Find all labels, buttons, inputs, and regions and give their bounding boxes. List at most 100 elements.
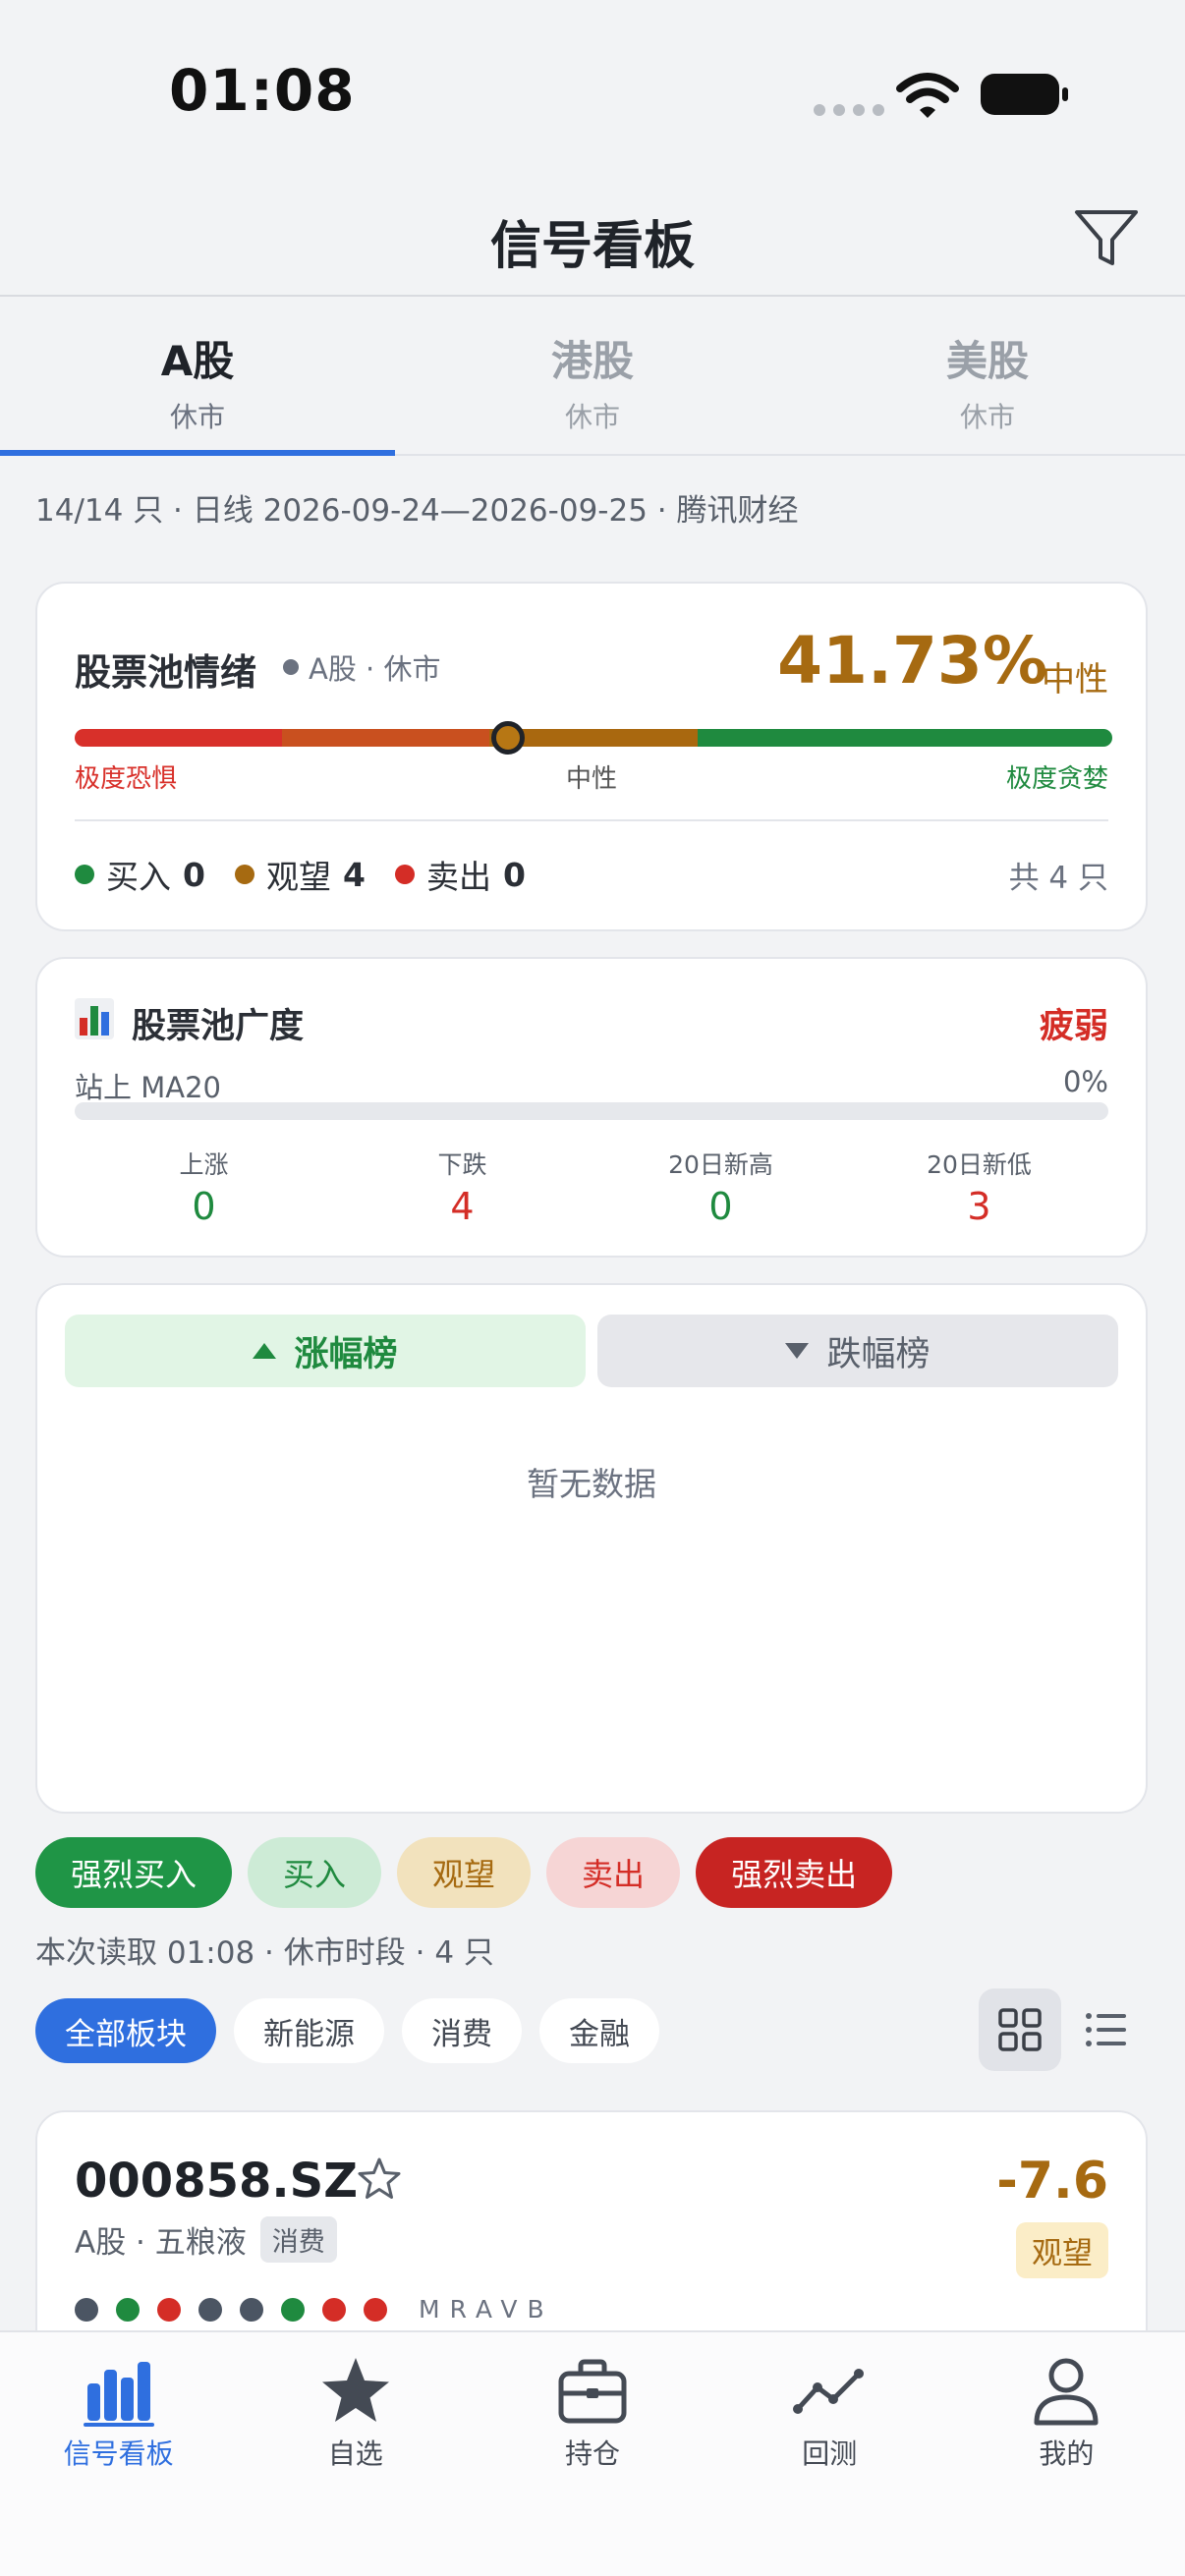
stat-20d-high: 20日新高 0 (592, 1146, 850, 1228)
stat-value: 3 (967, 1185, 991, 1228)
page-title: 信号看板 (489, 217, 695, 276)
divider (75, 819, 1108, 821)
watch-count: 观望 4 (234, 851, 366, 898)
tabbar-label: 持仓 (565, 2437, 621, 2470)
stock-market-name: A股 · 五粮液 (75, 2225, 247, 2261)
status-time: 01:08 (169, 57, 356, 124)
bar-chart-emoji-icon (75, 998, 114, 1039)
tabbar-signal-board[interactable]: 信号看板 (0, 2354, 237, 2472)
empty-state: 暂无数据 (527, 1465, 656, 1503)
breadth-title: 股票池广度 (132, 1007, 305, 1046)
sector-filter-row: 全部板块 新能源 消费 金融 (35, 1998, 659, 2063)
tab-gainers-label: 涨幅榜 (294, 1334, 398, 1374)
breadth-stats: 上涨 0 下跌 4 20日新高 0 20日新低 3 (75, 1146, 1108, 1228)
tabbar-label: 回测 (802, 2437, 858, 2470)
tab-label: 港股 (550, 337, 634, 385)
gauge-label-greed: 极度贪婪 (1005, 764, 1108, 794)
bar-chart-icon (83, 2362, 154, 2427)
sector-consumer[interactable]: 消费 (402, 1998, 522, 2063)
count-value: 4 (342, 855, 366, 894)
breadth-status: 疲弱 (1039, 1007, 1108, 1046)
breadth-card: 股票池广度 疲弱 站上 MA20 0% 上涨 0 下跌 4 20日新高 0 20… (35, 957, 1148, 1258)
sentiment-level: 中性 (1042, 660, 1108, 700)
stat-value: 0 (192, 1185, 216, 1228)
read-status-line: 本次读取 01:08 · 休市时段 · 4 只 (35, 1935, 494, 1971)
filter-watch[interactable]: 观望 (397, 1837, 532, 1908)
sector-new-energy[interactable]: 新能源 (234, 1998, 384, 2063)
sector-finance[interactable]: 金融 (539, 1998, 659, 2063)
wifi-icon (896, 73, 959, 118)
tabbar-label: 我的 (1039, 2437, 1095, 2470)
tab-status: 休市 (169, 401, 225, 433)
indicator-dot (157, 2297, 181, 2322)
tabbar-holdings[interactable]: 持仓 (474, 2354, 710, 2472)
count-label: 卖出 (425, 858, 491, 896)
count-value: 0 (183, 855, 205, 894)
ranking-card: 涨幅榜 跌幅榜 暂无数据 (35, 1283, 1148, 1814)
tab-status: 休市 (564, 401, 620, 433)
sentiment-title: 股票池情绪 (75, 651, 256, 694)
stock-subtitle: A股 · 五粮液 消费 (75, 2216, 337, 2263)
stat-value: 4 (450, 1185, 475, 1228)
tab-us-share[interactable]: 美股 休市 (790, 299, 1185, 454)
indicator-dot (198, 2297, 222, 2322)
filter-icon[interactable] (1071, 202, 1142, 273)
count-value: 0 (502, 855, 526, 894)
filter-strong-buy[interactable]: 强烈买入 (35, 1837, 233, 1908)
stock-sector-tag: 消费 (259, 2216, 337, 2263)
stat-label: 下跌 (437, 1150, 487, 1179)
filter-buy[interactable]: 买入 (248, 1837, 382, 1908)
bottom-tab-bar: 信号看板 自选 持仓 回测 我的 (0, 2330, 1185, 2576)
indicator-dot (75, 2297, 98, 2322)
filter-sell[interactable]: 卖出 (546, 1837, 681, 1908)
stat-20d-low: 20日新低 3 (850, 1146, 1108, 1228)
indicator-dot (240, 2297, 263, 2322)
sentiment-gauge-bar (75, 729, 1112, 747)
signal-board-screen: 01:08 信号看板 A股 休市 港股 休市 美股 休市 14/14 只 · 日… (0, 0, 1185, 2576)
count-label: 买入 (106, 858, 171, 896)
ma20-label: 站上 MA20 (75, 1071, 221, 1104)
buy-dot-icon (75, 865, 94, 884)
battery-icon (981, 74, 1068, 115)
stat-label: 上涨 (179, 1150, 229, 1179)
grid-icon (998, 2008, 1042, 2051)
indicator-dot (322, 2297, 346, 2322)
tab-label: A股 (160, 337, 235, 385)
tab-label: 美股 (945, 337, 1029, 385)
star-outline-icon[interactable] (356, 2156, 403, 2203)
briefcase-icon (558, 2359, 627, 2424)
market-tabs: A股 休市 港股 休市 美股 休市 (0, 299, 1185, 456)
sentiment-market-tag: A股 · 休市 (283, 646, 441, 688)
tabbar-profile[interactable]: 我的 (948, 2354, 1185, 2472)
ranking-tabs: 涨幅榜 跌幅榜 (65, 1315, 1118, 1387)
tab-a-share[interactable]: A股 休市 (0, 299, 395, 456)
triangle-up-icon (253, 1343, 277, 1359)
tab-gainers[interactable]: 涨幅榜 (65, 1315, 586, 1387)
status-dot-icon (283, 659, 299, 675)
tab-losers[interactable]: 跌幅榜 (597, 1315, 1118, 1387)
tabbar-watchlist[interactable]: 自选 (237, 2354, 474, 2472)
tabbar-backtest[interactable]: 回测 (711, 2354, 948, 2472)
indicator-dot (281, 2297, 305, 2322)
stat-label: 20日新低 (927, 1150, 1032, 1179)
data-source-line: 14/14 只 · 日线 2026-09-24—2026-09-25 · 腾讯财… (35, 493, 799, 529)
stock-code: 000858.SZ (75, 2154, 358, 2209)
indicator-dots: MRAVB (75, 2295, 554, 2324)
sentiment-gauge-marker (490, 721, 525, 755)
stat-label: 20日新高 (668, 1150, 773, 1179)
watch-dot-icon (234, 865, 254, 884)
sector-all[interactable]: 全部板块 (35, 1998, 216, 2063)
tab-hk-share[interactable]: 港股 休市 (395, 299, 790, 454)
sell-count: 卖出 0 (394, 851, 526, 898)
gauge-label-neutral: 中性 (565, 764, 617, 794)
tab-status: 休市 (959, 401, 1015, 433)
tab-losers-label: 跌幅榜 (826, 1334, 931, 1374)
star-icon (321, 2358, 389, 2422)
stat-value: 0 (708, 1185, 733, 1228)
triangle-down-icon (785, 1343, 810, 1359)
sentiment-percent: 41.73% (777, 623, 1047, 699)
filter-strong-sell[interactable]: 强烈卖出 (696, 1837, 893, 1908)
grid-view-button[interactable] (979, 1988, 1061, 2071)
list-view-button[interactable] (1069, 1988, 1144, 2071)
ma20-progress-track (75, 1102, 1108, 1120)
